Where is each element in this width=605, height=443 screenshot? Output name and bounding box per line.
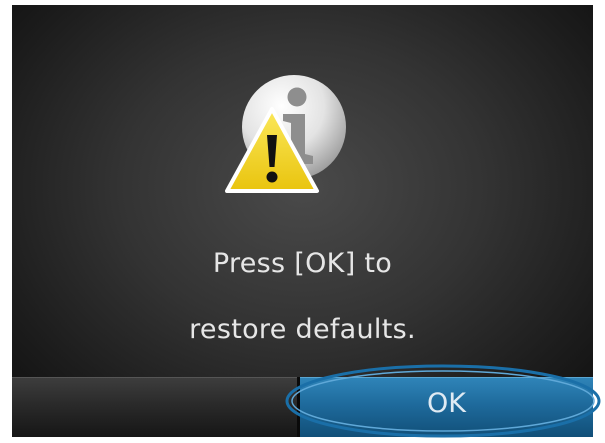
ok-button[interactable]: OK — [300, 377, 593, 437]
warning-icon — [225, 107, 319, 193]
left-softkey[interactable] — [12, 377, 297, 437]
printer-panel-frame: Press [OK] to restore defaults. OK — [0, 0, 605, 443]
message-line-2: restore defaults. — [189, 314, 416, 345]
ok-button-label: OK — [427, 388, 466, 419]
message-line-1: Press [OK] to — [212, 248, 393, 279]
softkey-bar: OK — [12, 377, 593, 437]
control-panel-screen: Press [OK] to restore defaults. OK — [12, 5, 593, 437]
